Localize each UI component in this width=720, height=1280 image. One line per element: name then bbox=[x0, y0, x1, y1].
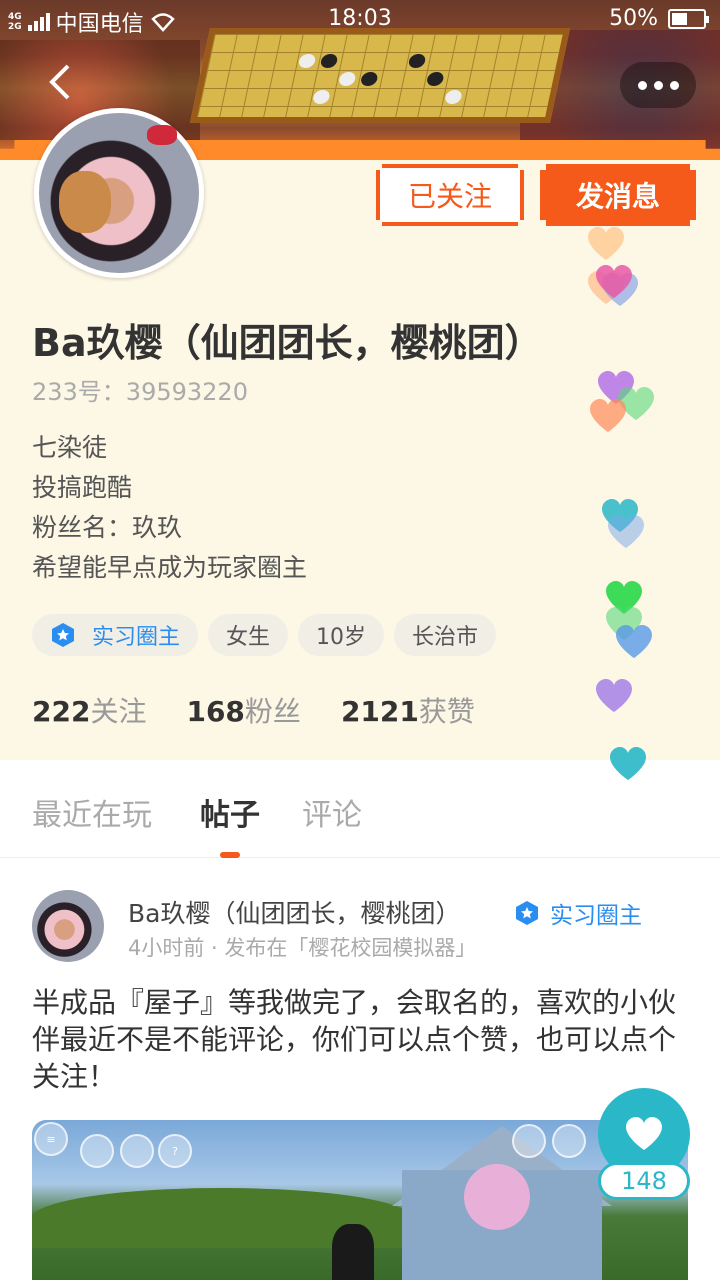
heart-icon bbox=[626, 1117, 662, 1150]
floating-heart-icon bbox=[588, 227, 624, 260]
bio-line: 投搞跑酷 bbox=[32, 473, 133, 502]
game-help-icon: ? bbox=[158, 1134, 192, 1168]
game-menu-icon: ≡ bbox=[34, 1122, 68, 1156]
profile-name: Ba玖樱（仙团团长，樱桃团） bbox=[32, 321, 543, 365]
star-shield-icon bbox=[516, 901, 538, 925]
go-board-illustration bbox=[189, 28, 571, 123]
floating-heart-icon bbox=[596, 679, 632, 712]
post-author-avatar[interactable] bbox=[32, 890, 104, 962]
bio-line: 粉丝名：玖玖 bbox=[32, 513, 183, 542]
floating-heart-icon bbox=[608, 515, 644, 548]
send-message-button[interactable]: 发消息 bbox=[540, 164, 696, 226]
more-options-button[interactable] bbox=[620, 62, 696, 108]
tab-posts[interactable]: 帖子 bbox=[200, 790, 260, 834]
tag-age: 10岁 bbox=[298, 614, 385, 656]
bio-line: 希望能早点成为玩家圈主 bbox=[32, 553, 308, 582]
bio-line: 七染徒 bbox=[32, 433, 108, 462]
camera-icon bbox=[552, 1124, 586, 1158]
floating-heart-icon bbox=[616, 625, 652, 658]
tab-comments[interactable]: 评论 bbox=[302, 790, 362, 834]
active-tab-indicator bbox=[220, 852, 240, 858]
tag-role[interactable]: 实习圈主 bbox=[32, 614, 199, 656]
game-settings-icon bbox=[120, 1134, 154, 1168]
game-map-icon bbox=[80, 1134, 114, 1168]
tag-gender: 女生 bbox=[208, 614, 289, 656]
floating-heart-icon bbox=[590, 399, 626, 432]
battery-percent: 50% bbox=[609, 6, 658, 31]
avatar-bow bbox=[147, 125, 177, 145]
tag-city: 长治市 bbox=[394, 614, 497, 656]
like-count: 148 bbox=[598, 1162, 690, 1200]
battery-icon bbox=[668, 8, 709, 29]
stat-fans[interactable]: 168粉丝 bbox=[186, 690, 300, 730]
stat-likes: 2121获赞 bbox=[340, 695, 475, 728]
profile-tags: 实习圈主 女生 10岁 长治市 bbox=[32, 614, 497, 656]
post-meta: 4小时前 · 发布在「樱花校园模拟器」 bbox=[128, 936, 477, 960]
status-bar: 4G 2G 中国电信 18:03 50% bbox=[0, 0, 720, 38]
profile-stats: 222关注 168粉丝 2121获赞 bbox=[32, 690, 475, 730]
star-shield-icon bbox=[52, 623, 74, 647]
more-dot-icon bbox=[653, 80, 663, 90]
more-dot-icon bbox=[637, 80, 647, 90]
floating-heart-icon bbox=[610, 747, 646, 780]
profile-uid: 233号：39593220 bbox=[32, 378, 248, 406]
profile-bio: 七染徒 投搞跑酷 粉丝名：玖玖 希望能早点成为玩家圈主 bbox=[32, 428, 307, 588]
floating-heart-icon bbox=[596, 265, 632, 298]
back-button[interactable] bbox=[44, 62, 84, 106]
stat-following[interactable]: 222关注 bbox=[32, 690, 146, 730]
more-dot-icon bbox=[669, 80, 679, 90]
post-author-badge: 实习圈主 bbox=[514, 896, 642, 930]
image-character bbox=[332, 1224, 374, 1280]
chevron-left-icon bbox=[49, 64, 70, 100]
followed-button[interactable]: 已关注 bbox=[376, 164, 524, 226]
image-sakura-tree bbox=[464, 1164, 530, 1230]
game-save-icon bbox=[512, 1124, 546, 1158]
tab-recently-played[interactable]: 最近在玩 bbox=[32, 790, 152, 834]
post-image[interactable]: ≡ ? bbox=[32, 1120, 688, 1280]
avatar-bear bbox=[59, 171, 111, 233]
post-text[interactable]: 半成品『屋子』等我做完了，会取名的，喜欢的小伙伴最近不是不能评论，你们可以点个赞… bbox=[32, 984, 682, 1095]
battery-level bbox=[672, 12, 687, 25]
profile-avatar[interactable] bbox=[34, 108, 204, 278]
post-author-name[interactable]: Ba玖樱（仙团团长，樱桃团） bbox=[128, 894, 460, 930]
